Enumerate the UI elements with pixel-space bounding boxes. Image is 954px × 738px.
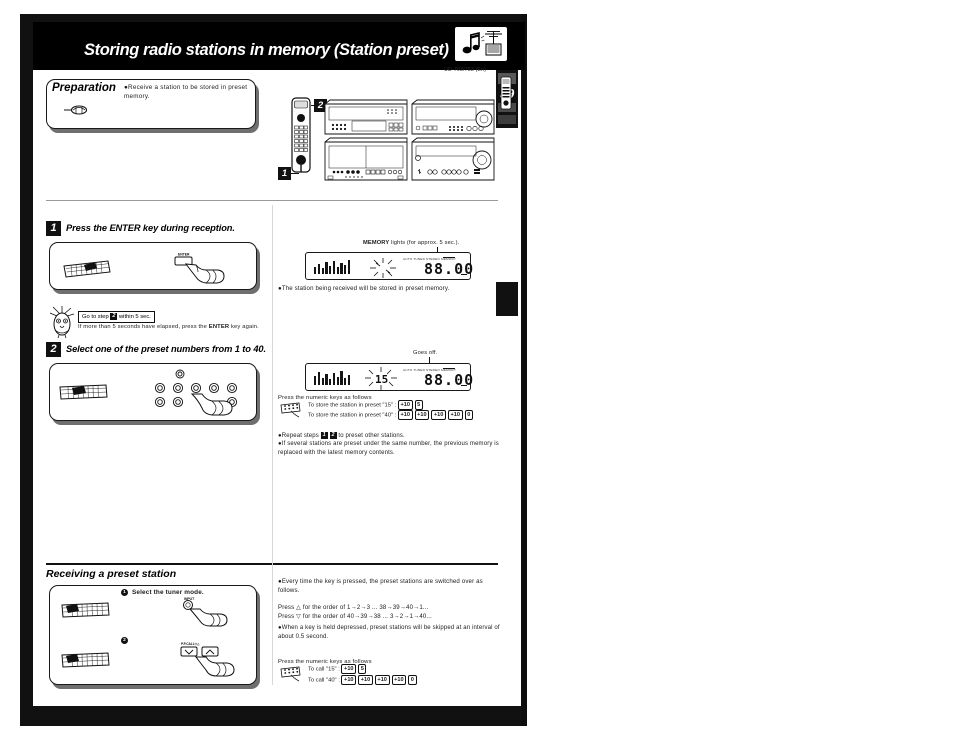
numeric-keypad-icon: [279, 665, 305, 683]
component-stack-illustration: [322, 92, 497, 184]
note-within-text: within 5 sec.: [119, 314, 151, 321]
page-title: Storing radio stations in memory (Statio…: [84, 41, 449, 59]
receiving-example-2-text: To call "40" :: [308, 677, 340, 684]
scan-right-edge: [521, 14, 527, 726]
model-number: UD-703/753 (En): [444, 67, 487, 73]
column-separator: [272, 205, 273, 685]
step-2-note-repeat-b: to preset other stations.: [338, 433, 405, 440]
step-2-note-overwrite: ●If several stations are preset under th…: [278, 441, 499, 456]
step-1-label: Press the ENTER key during reception.: [66, 223, 235, 233]
receiving-bullet-2: ●When a key is held depressed, preset st…: [278, 625, 500, 640]
receiving-step-a-circle: 1: [121, 589, 128, 596]
manual-page: Storing radio stations in memory (Statio…: [0, 0, 954, 738]
warning-bird-icon: [47, 306, 77, 339]
step-1-badge: 1: [46, 221, 61, 236]
step-1-result-note: ●The station being received will be stor…: [278, 285, 450, 292]
note-step-badge: 2: [110, 313, 118, 320]
step-2-example-2-text: To store the station in preset "40" :: [308, 412, 397, 419]
receiving-bullet-1: ●Every time the key is pressed, the pres…: [278, 578, 483, 594]
display-underscore: [461, 274, 467, 275]
remote-control-icon: [60, 650, 112, 670]
remote-control-icon: [58, 381, 110, 403]
remote-control-icon: [60, 600, 112, 620]
flashing-indicator-icon: [366, 257, 400, 279]
tuner-knob-icon: [64, 103, 92, 116]
receiving-example-1-text: To call "15" :: [308, 666, 340, 673]
callout-1-leader: [291, 173, 299, 175]
memory-caption-bold: MEMORY: [363, 240, 390, 246]
key-plus10: +10: [341, 675, 357, 685]
note-detail-bold: ENTER: [208, 324, 230, 330]
callout-badge-1: 1: [278, 167, 291, 180]
pointing-hand-icon: ENTER: [172, 250, 232, 286]
note-step-badge-1: 1: [320, 432, 328, 439]
step-2-label: Select one of the preset numbers from 1 …: [66, 344, 266, 354]
key-plus10: +10: [358, 675, 373, 685]
key-5: 5: [414, 400, 423, 410]
section-divider-top: [46, 200, 498, 201]
remote-thumbnail-icon: [500, 76, 512, 110]
svg-text:P.P.CALL▽△: P.P.CALL▽△: [181, 642, 200, 646]
key-0: 0: [408, 675, 417, 685]
flashing-preset-indicator-icon: 15: [362, 367, 402, 391]
receiving-order-up: Press △ for the order of 1→2→3 ... 38→39…: [278, 604, 429, 611]
note-detail-a: If more than 5 seconds have elapsed, pre…: [78, 324, 209, 330]
note-step-badge-2: 2: [329, 432, 337, 439]
pointing-hand-icon: INPUT: [178, 595, 234, 629]
key-0: 0: [464, 410, 473, 420]
display-level-bars: [314, 259, 351, 274]
display-memory-highlight: [443, 257, 455, 258]
svg-text:15: 15: [375, 373, 388, 386]
preparation-bullet: ●Receive a station to be stored in prese…: [124, 84, 248, 100]
key-plus10: +10: [341, 664, 357, 674]
step-1-display-panel: AUTO TUNED STEREO MEMORY 88.00: [305, 252, 473, 280]
key-plus10: +10: [391, 675, 407, 685]
key-plus10: +10: [447, 410, 463, 420]
step-2-example-1-text: To store the station in preset "15" :: [308, 402, 397, 409]
remote-control-icon: [62, 258, 112, 280]
scan-top-bar: [20, 14, 525, 22]
svg-text:ENTER: ENTER: [178, 253, 190, 257]
note-detail-b: key again.: [229, 324, 259, 330]
display-memory-highlight: [443, 368, 455, 369]
receiving-step-b-circle: 2: [121, 637, 128, 644]
numeric-keypad-icon: [279, 401, 305, 419]
scan-bottom-bar: [20, 706, 525, 724]
step-2-example-1: To store the station in preset "15" : +1…: [308, 400, 425, 411]
key-5: 5: [358, 664, 367, 674]
music-note-radio-icon: [455, 27, 507, 61]
step-2-display-panel: 15 AUTO TUNED STEREO MEMORY 88.00: [305, 363, 473, 391]
pcall-keys-hand-icon: P.P.CALL▽△: [178, 640, 240, 680]
step-2-example-2: To store the station in preset "40" : +1…: [308, 410, 475, 421]
key-plus10: +10: [414, 410, 430, 420]
note-go-to-step-box: Go to step 2 within 5 sec.: [78, 311, 155, 324]
memory-lights-caption: MEMORY lights (for approx. 5 sec.).: [363, 239, 459, 248]
receiving-section-title: Receiving a preset station: [46, 568, 177, 580]
step-2-note-repeat-a: ●Repeat steps: [278, 433, 319, 440]
key-plus10: +10: [374, 675, 390, 685]
receiving-example-2: To call "40" : +10 +10 +10 +10 0: [308, 675, 419, 686]
key-plus10: +10: [431, 410, 446, 420]
step-2-badge: 2: [46, 342, 61, 357]
goes-off-caption: Goes off.: [413, 350, 438, 356]
note-go-to-step-text: Go to step: [82, 314, 109, 321]
display-underscore: [461, 385, 467, 386]
key-plus10: +10: [397, 410, 413, 420]
receiving-example-1: To call "15" : +10 5: [308, 664, 368, 675]
preparation-title: Preparation: [52, 82, 116, 94]
memory-caption-rest: lights (for approx. 5 sec.).: [389, 240, 460, 246]
callout-2-leader: [311, 105, 317, 106]
page-index-tab-secondary: [496, 282, 518, 316]
display-level-bars: [314, 370, 351, 385]
note-detail: If more than 5 seconds have elapsed, pre…: [78, 323, 278, 332]
key-plus10: +10: [397, 400, 413, 410]
numeric-keypad-icon: [148, 368, 250, 418]
receiving-order-down: Press ▽ for the order of 40→39→38 ... 3→…: [278, 613, 432, 620]
